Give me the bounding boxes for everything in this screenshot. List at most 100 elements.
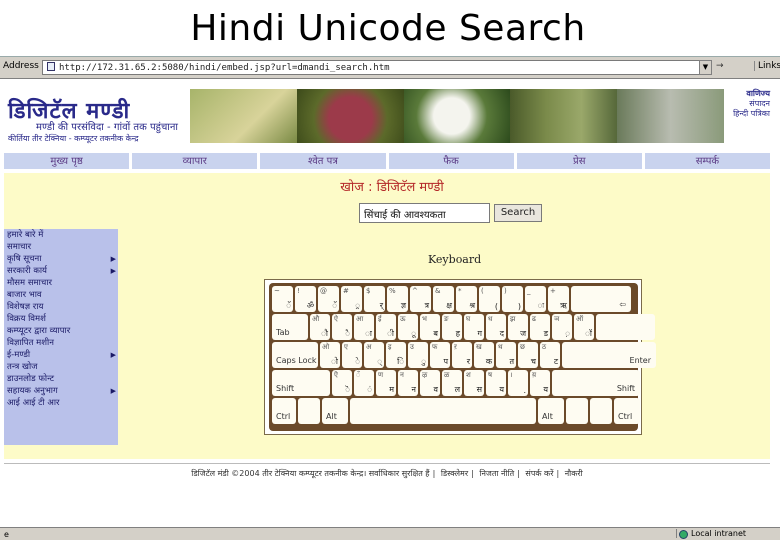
- keyboard-key[interactable]: ळल: [442, 370, 462, 396]
- keyboard-key[interactable]: ढड: [530, 314, 550, 340]
- keyboard-key[interactable]: @ॅ: [318, 286, 339, 312]
- keyboard-key[interactable]: ञ़: [552, 314, 572, 340]
- footer-disclaimer-link[interactable]: डिस्क्लेमर: [441, 469, 468, 478]
- keyboard-key[interactable]: औौ: [310, 314, 330, 340]
- keyboard-key[interactable]: )): [502, 286, 523, 312]
- keyboard-key[interactable]: य़ य: [530, 370, 550, 396]
- header-right-item[interactable]: संपादन: [724, 99, 770, 109]
- nav-home[interactable]: मुख्य पृष्ठ: [4, 153, 130, 171]
- keyboard-key[interactable]: ँं: [354, 370, 374, 396]
- keyboard-key[interactable]: इि: [386, 342, 406, 368]
- keyboard-key[interactable]: ईी: [376, 314, 396, 340]
- keyboard-key[interactable]: ऊू: [398, 314, 418, 340]
- keyboard-key[interactable]: & क्ष: [433, 286, 454, 312]
- menu-item[interactable]: आई आई टी आर: [4, 397, 118, 409]
- footer-contact-link[interactable]: संपर्क करें: [525, 469, 553, 478]
- menu-item[interactable]: ई-मण्डी ▶: [4, 349, 118, 361]
- keyboard-key[interactable]: + ऋ: [548, 286, 569, 312]
- menu-item[interactable]: बाजार भाव: [4, 289, 118, 301]
- keyboard-key[interactable]: खक: [474, 342, 494, 368]
- menu-item[interactable]: मौसम समाचार: [4, 277, 118, 289]
- caps-lock-key[interactable]: Caps Lock: [272, 342, 318, 368]
- keyboard-key[interactable]: ! ॐ: [295, 286, 316, 312]
- menu-item[interactable]: डाउनलोड फोन्ट: [4, 373, 118, 385]
- keyboard-key[interactable]: ।.: [508, 370, 528, 396]
- keyboard-key[interactable]: ऐै: [332, 314, 352, 340]
- menu-item[interactable]: विज्ञापित मशीन: [4, 337, 118, 349]
- menu-key[interactable]: [590, 398, 612, 424]
- address-input[interactable]: http://172.31.65.2:5080/hindi/embed.jsp?…: [42, 60, 712, 75]
- header-right-item[interactable]: वाणिज्य: [724, 89, 770, 99]
- shift-right-key[interactable]: Shift: [552, 370, 640, 396]
- menu-item[interactable]: कृषि सूचना ▶: [4, 253, 118, 265]
- menu-item[interactable]: विशेषज्ञ राय: [4, 301, 118, 313]
- keyboard-key[interactable]: ~ॅ: [272, 286, 293, 312]
- links-button[interactable]: Links: [754, 61, 780, 71]
- keyboard-key[interactable]: अ्: [364, 342, 384, 368]
- bracket-key[interactable]: [596, 314, 655, 340]
- keyboard-key[interactable]: ओो: [320, 342, 340, 368]
- windows-right-key[interactable]: [566, 398, 588, 424]
- keyboard-key[interactable]: % ज्ञ: [387, 286, 408, 312]
- search-input[interactable]: सिंचाई की आवश्यकता: [359, 203, 490, 223]
- keyboard-key[interactable]: ठट: [540, 342, 560, 368]
- keyboard-key[interactable]: फप: [430, 342, 450, 368]
- footer-jobs-link[interactable]: नौकरी: [565, 469, 583, 478]
- keyboard-row: Shift ऎॆँं ण म न न ऴ व ळ ल श स ष य ।. य़ य Shift: [272, 370, 640, 396]
- keyboard-key[interactable]: भब: [420, 314, 440, 340]
- keyboard-key[interactable]: झज: [508, 314, 528, 340]
- header-right-item[interactable]: हिन्दी पत्रिका: [724, 109, 770, 119]
- keyboard-key[interactable]: ऑॉ: [574, 314, 594, 340]
- keyboard-key[interactable]: * श्र: [456, 286, 477, 312]
- nav-whitepaper[interactable]: श्वेत पत्र: [260, 153, 386, 171]
- go-arrow-icon[interactable]: →: [716, 61, 730, 74]
- menu-item[interactable]: समाचार: [4, 241, 118, 253]
- keyboard-key[interactable]: ((: [479, 286, 500, 312]
- keyboard-key[interactable]: ऎॆ: [332, 370, 352, 396]
- menu-item[interactable]: तन्त्र खोज: [4, 361, 118, 373]
- keyboard-key[interactable]: नन: [398, 370, 418, 396]
- windows-left-key[interactable]: [298, 398, 320, 424]
- keyboard-key[interactable]: णम: [376, 370, 396, 396]
- menu-item[interactable]: सरकारी कार्य ▶: [4, 265, 118, 277]
- address-dropdown-icon[interactable]: ▼: [699, 60, 712, 75]
- menu-item[interactable]: सहायक अनुभाग ▶: [4, 385, 118, 397]
- tab-key[interactable]: Tab: [272, 314, 308, 340]
- menu-item[interactable]: विक्रय विमर्श: [4, 313, 118, 325]
- keyboard-key[interactable]: ^ त्र: [410, 286, 431, 312]
- keyboard-key[interactable]: छच: [518, 342, 538, 368]
- keyboard-key[interactable]: _ः: [525, 286, 546, 312]
- keyboard-key[interactable]: ऱर: [452, 342, 472, 368]
- nav-faq[interactable]: फैक: [388, 153, 514, 171]
- menu-item[interactable]: हमारे बारे में: [4, 229, 118, 241]
- ctrl-right-key[interactable]: Ctrl: [614, 398, 640, 424]
- ctrl-left-key[interactable]: Ctrl: [272, 398, 296, 424]
- enter-key[interactable]: Enter: [562, 342, 656, 368]
- alt-right-key[interactable]: Alt: [538, 398, 564, 424]
- status-page-icon: e: [4, 530, 9, 539]
- keyboard-key[interactable]: थत: [496, 342, 516, 368]
- alt-left-key[interactable]: Alt: [322, 398, 348, 424]
- shift-left-key[interactable]: Shift: [272, 370, 330, 396]
- keyboard-key[interactable]: शस: [464, 370, 484, 396]
- keyboard-key[interactable]: $ र्: [364, 286, 385, 312]
- nav-contact[interactable]: सम्पर्क: [644, 153, 771, 171]
- keyboard-key[interactable]: षय: [486, 370, 506, 396]
- menu-item[interactable]: कम्प्यूटर द्वारा व्यापार: [4, 325, 118, 337]
- keyboard-key[interactable]: घग: [464, 314, 484, 340]
- keyboard-key[interactable]: उु: [408, 342, 428, 368]
- keyboard-key[interactable]: #्र: [341, 286, 362, 312]
- keyboard-key[interactable]: ङह: [442, 314, 462, 340]
- space-key[interactable]: [350, 398, 536, 424]
- keyboard-key[interactable]: एे: [342, 342, 362, 368]
- backspace-key[interactable]: ⇦: [571, 286, 631, 312]
- footer-privacy-link[interactable]: निजता नीति: [479, 469, 514, 478]
- keyboard-key[interactable]: ऴव: [420, 370, 440, 396]
- status-bar: e Local intranet: [0, 527, 780, 540]
- keyboard-key[interactable]: धद: [486, 314, 506, 340]
- search-button[interactable]: Search: [494, 204, 542, 222]
- keyboard-key[interactable]: आा: [354, 314, 374, 340]
- nav-trade[interactable]: व्यापार: [132, 153, 258, 171]
- banner-photo-fruit: [190, 89, 297, 143]
- nav-press[interactable]: प्रेस: [516, 153, 642, 171]
